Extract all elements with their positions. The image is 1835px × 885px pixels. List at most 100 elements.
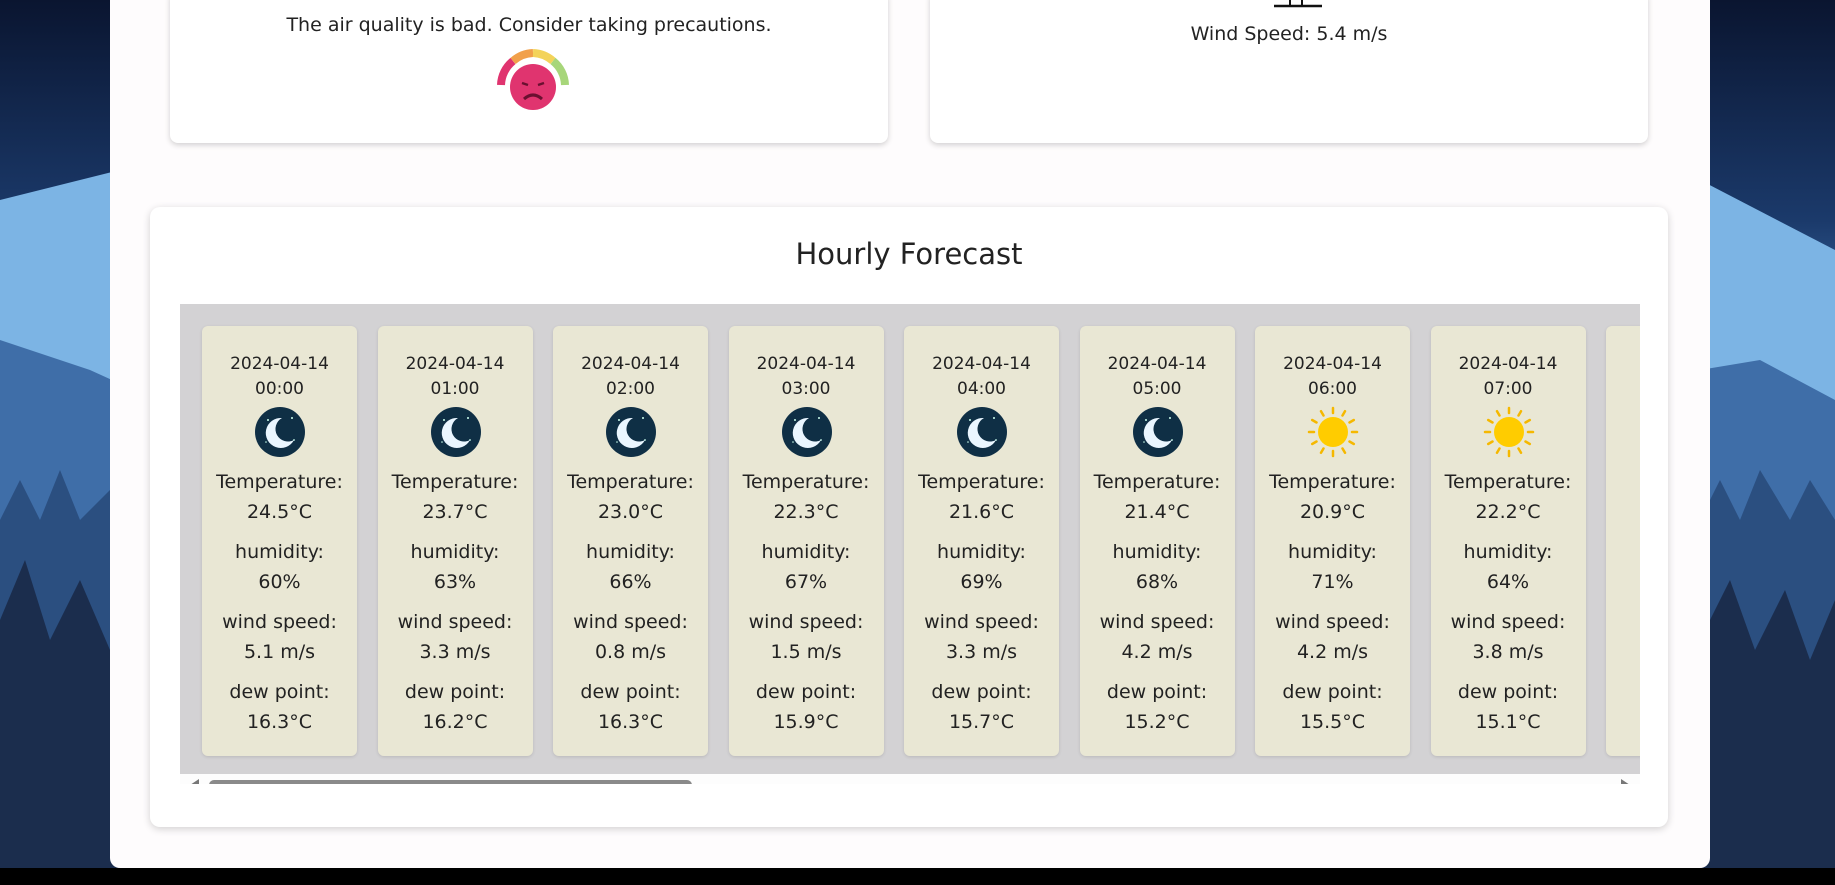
dew-point-label: dew point: <box>229 681 330 703</box>
wind-speed-label: Wind Speed: 5.4 m/s <box>1190 23 1388 45</box>
temperature-label: Temperature: <box>1093 471 1221 493</box>
dew-point-label: dew point: <box>1457 681 1559 703</box>
forecast-datetime: 2024-04-14 05:00 <box>1080 352 1235 402</box>
forecast-time: 03:00 <box>781 379 831 399</box>
dew-point-label: dew point: <box>1106 681 1208 703</box>
moon-icon <box>1132 406 1184 458</box>
wind-speed-value: 5.1 m/s <box>243 641 316 663</box>
humidity-label: humidity: <box>1463 541 1553 563</box>
air-quality-message: The air quality is bad. Consider taking … <box>286 14 772 36</box>
sad-face-aqi-gauge-icon <box>497 49 569 110</box>
wind-speed-label: wind speed: <box>1099 611 1215 633</box>
forecast-date: 2024-04-14 <box>230 354 329 374</box>
humidity-value: 63% <box>433 571 477 593</box>
wind-speed-label: wind speed: <box>1275 611 1390 633</box>
humidity-label: humidity: <box>761 541 851 563</box>
forecast-date: 2024-04-14 <box>1283 354 1382 374</box>
forecast-datetime: 2024-04-14 06:00 <box>1255 352 1410 402</box>
wind-speed-value: 3.3 m/s <box>419 641 491 663</box>
dew-point-value: 16.3°C <box>246 711 313 733</box>
hourly-forecast-card: 2024-04-14 00:00 Temperature: 24.5°C humidit… <box>202 326 357 756</box>
hourly-forecast-card-partial <box>1606 326 1640 756</box>
temperature-value: 20.9°C <box>1299 501 1366 523</box>
wind-speed-value: 3.3 m/s <box>945 641 1018 663</box>
temperature-label: Temperature: <box>391 471 519 493</box>
forecast-time: 06:00 <box>1308 379 1357 399</box>
temperature-label: Temperature: <box>1444 471 1572 493</box>
hourly-forecast-scroller[interactable]: 2024-04-14 00:00 Temperature: 24.5°C humidit… <box>180 304 1640 784</box>
temperature-value: 23.7°C <box>422 501 488 523</box>
dew-point-value: 15.9°C <box>773 711 839 733</box>
forecast-time: 00:00 <box>255 379 304 399</box>
humidity-label: humidity: <box>1112 541 1202 563</box>
wind-speed-label: wind speed: <box>748 611 864 633</box>
forecast-time: 01:00 <box>430 379 480 399</box>
humidity-value: 67% <box>784 571 828 593</box>
forecast-date: 2024-04-14 <box>405 354 505 374</box>
wind-speed-label: wind speed: <box>924 611 1039 633</box>
dew-point-label: dew point: <box>404 681 506 703</box>
dew-point-value: 16.3°C <box>597 711 664 733</box>
humidity-label: humidity: <box>410 541 500 563</box>
forecast-date: 2024-04-14 <box>932 354 1031 374</box>
forecast-time: 07:00 <box>1483 379 1533 399</box>
temperature-value: 22.3°C <box>773 501 839 523</box>
wind-speed-label: wind speed: <box>573 611 688 633</box>
humidity-label: humidity: <box>937 541 1026 563</box>
dew-point-value: 15.7°C <box>948 711 1015 733</box>
hourly-forecast-title: Hourly Forecast <box>795 237 1023 271</box>
main-panel: The air quality is bad. Consider taking … <box>110 0 1710 868</box>
forecast-datetime: 2024-04-14 07:00 <box>1431 352 1586 402</box>
scroll-right-arrow-icon[interactable] <box>1621 779 1630 784</box>
temperature-value: 21.4°C <box>1124 501 1190 523</box>
hourly-forecast-card: 2024-04-14 05:00 Temperature: 21.4°C humidit… <box>1079 326 1235 756</box>
air-quality-card: The air quality is bad. Consider taking … <box>170 0 888 143</box>
scroll-left-arrow-icon[interactable] <box>190 779 199 784</box>
moon-icon <box>956 406 1008 458</box>
forecast-datetime: 2024-04-14 03:00 <box>729 352 884 402</box>
hourly-forecast-card: 2024-04-14 02:00 Temperature: 23.0°C humidit… <box>553 326 708 756</box>
hourly-forecast-card: 2024-04-14 07:00 Temperature: 22.2°C humidit… <box>1430 326 1586 756</box>
hourly-forecast-card: 2024-04-14 04:00 Temperature: 21.6°C humidit… <box>904 326 1059 756</box>
temperature-label: Temperature: <box>742 471 870 493</box>
hourly-forecast-card: 2024-04-14 06:00 Temperature: 20.9°C humidit… <box>1255 326 1410 756</box>
forecast-datetime: 2024-04-14 04:00 <box>904 352 1059 402</box>
humidity-value: 71% <box>1311 571 1354 593</box>
wind-speed-label: wind speed: <box>397 611 513 633</box>
forecast-date: 2024-04-14 <box>581 354 680 374</box>
hourly-forecast-section: Hourly Forecast 2024-04-14 00:00 Temperatu… <box>150 207 1668 827</box>
horizontal-scrollbar[interactable] <box>180 774 1640 784</box>
temperature-label: Temperature: <box>216 471 343 493</box>
wind-speed-value: 1.5 m/s <box>770 641 842 663</box>
humidity-label: humidity: <box>1288 541 1377 563</box>
humidity-value: 64% <box>1486 571 1530 593</box>
temperature-value: 23.0°C <box>597 501 664 523</box>
scrollbar-thumb[interactable] <box>209 780 692 784</box>
humidity-value: 68% <box>1135 571 1179 593</box>
forecast-time: 04:00 <box>957 379 1006 399</box>
dew-point-label: dew point: <box>580 681 681 703</box>
wind-speed-label: wind speed: <box>222 611 337 633</box>
dew-point-value: 15.1°C <box>1475 711 1541 733</box>
temperature-value: 21.6°C <box>948 501 1015 523</box>
wind-speed-value: 4.2 m/s <box>1121 641 1193 663</box>
forecast-date: 2024-04-14 <box>1458 354 1558 374</box>
wind-icon <box>1274 0 1322 8</box>
hourly-forecast-card: 2024-04-14 03:00 Temperature: 22.3°C humidit… <box>728 326 884 756</box>
forecast-time: 02:00 <box>606 379 655 399</box>
moon-icon <box>781 406 833 458</box>
moon-icon <box>605 406 657 458</box>
wind-card: Wind Speed: 5.4 m/s <box>930 0 1648 143</box>
dew-point-label: dew point: <box>1282 681 1383 703</box>
wind-speed-label: wind speed: <box>1450 611 1566 633</box>
dew-point-value: 15.2°C <box>1124 711 1190 733</box>
humidity-label: humidity: <box>235 541 324 563</box>
wind-speed-value: 0.8 m/s <box>594 641 667 663</box>
forecast-datetime: 2024-04-14 01:00 <box>378 352 533 402</box>
dew-point-value: 15.5°C <box>1299 711 1366 733</box>
dew-point-value: 16.2°C <box>422 711 488 733</box>
wind-speed-value: 4.2 m/s <box>1296 641 1369 663</box>
forecast-datetime: 2024-04-14 00:00 <box>202 352 357 402</box>
humidity-value: 66% <box>609 571 652 593</box>
forecast-date: 2024-04-14 <box>1107 354 1207 374</box>
